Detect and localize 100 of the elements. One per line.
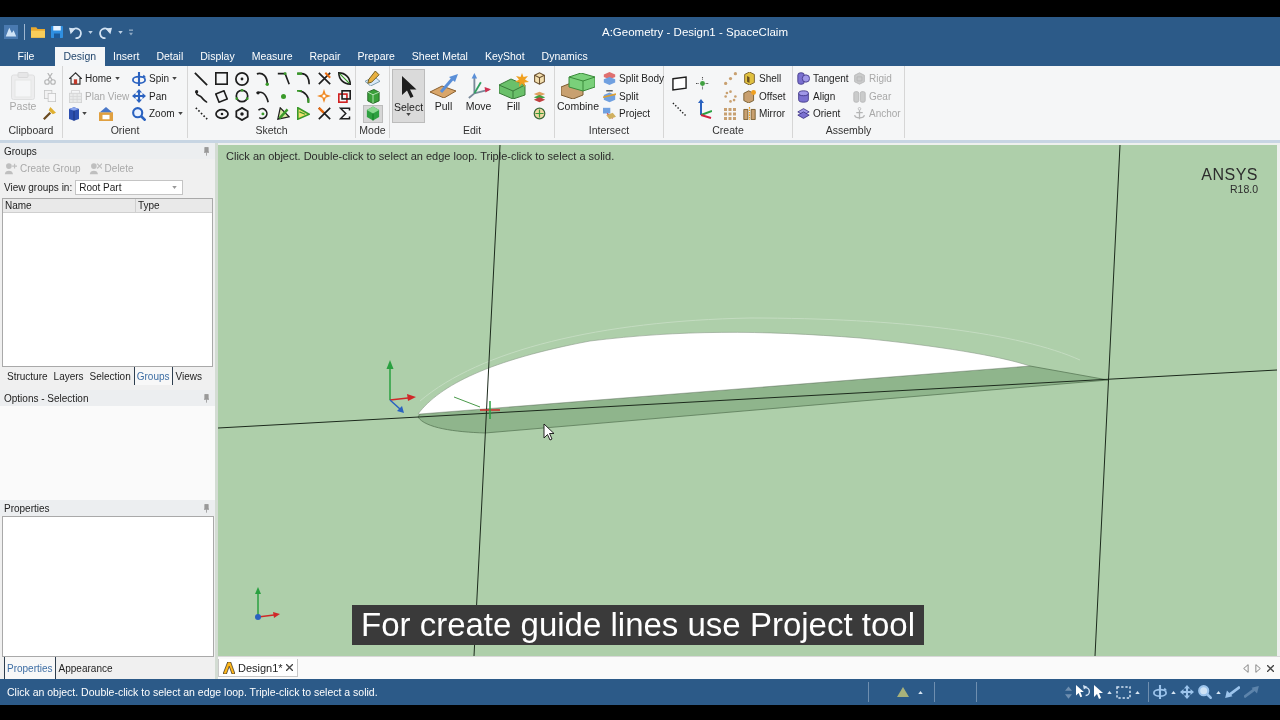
- squares-icon[interactable]: [338, 89, 352, 103]
- caret-icon[interactable]: [88, 30, 93, 34]
- panel-tab[interactable]: Structure: [4, 367, 51, 385]
- cross-icon[interactable]: [317, 107, 331, 121]
- ribbon-tab[interactable]: Design: [54, 47, 105, 66]
- ribbon-tab[interactable]: KeyShot: [476, 47, 534, 66]
- tool-button[interactable]: Fill: [497, 69, 530, 123]
- caret-icon[interactable]: [1216, 690, 1221, 694]
- caret-icon[interactable]: [82, 112, 87, 116]
- arc-icon[interactable]: [256, 71, 270, 86]
- magnifier-icon[interactable]: [1198, 685, 1212, 699]
- dotted-line-icon[interactable]: [672, 101, 687, 117]
- caret-icon[interactable]: [1171, 690, 1176, 694]
- building-icon[interactable]: [99, 106, 113, 121]
- construction-line[interactable]: [218, 369, 1277, 429]
- undo-icon[interactable]: [69, 25, 82, 39]
- tool-button[interactable]: Zoom: [132, 105, 183, 123]
- caret-icon[interactable]: [1107, 690, 1112, 694]
- ribbon-tab[interactable]: Sheet Metal: [403, 47, 477, 66]
- cursor-rotate-icon[interactable]: [1076, 685, 1090, 699]
- sphere-icon[interactable]: [533, 107, 546, 121]
- tool-button[interactable]: Select: [392, 69, 425, 123]
- tool-button[interactable]: Shell: [743, 70, 786, 88]
- tool-button[interactable]: Pull: [427, 69, 460, 123]
- axes-icon[interactable]: [696, 99, 712, 119]
- dots-icon[interactable]: [723, 89, 737, 103]
- ribbon-tab[interactable]: Measure: [243, 47, 302, 66]
- caret-icon[interactable]: [918, 690, 923, 694]
- dot-grid-icon[interactable]: [724, 107, 736, 120]
- tool-button[interactable]: Split Body: [603, 70, 665, 88]
- mode-button[interactable]: [362, 70, 383, 88]
- panel-tab[interactable]: Layers: [50, 367, 87, 385]
- folder-icon[interactable]: [31, 26, 45, 38]
- arc-icon[interactable]: [297, 72, 311, 86]
- tool-button[interactable]: Pan: [132, 87, 183, 105]
- ribbon-tab[interactable]: Insert: [104, 47, 148, 66]
- caret-icon[interactable]: [1135, 690, 1140, 694]
- pencil-icon[interactable]: [276, 107, 290, 121]
- redo-icon[interactable]: [99, 25, 112, 39]
- brush-icon[interactable]: [43, 107, 56, 121]
- ribbon-tab[interactable]: Detail: [147, 47, 192, 66]
- dashed-box-icon[interactable]: [1116, 685, 1131, 699]
- tool-button[interactable]: Combine: [557, 69, 599, 123]
- column-header[interactable]: Name: [3, 199, 136, 212]
- tool-button[interactable]: Split: [603, 87, 665, 105]
- dots-icon[interactable]: [723, 72, 737, 86]
- column-header[interactable]: Type: [136, 199, 160, 212]
- customize-icon[interactable]: [129, 28, 133, 36]
- layers-icon[interactable]: [533, 89, 546, 103]
- circle-icon[interactable]: [235, 89, 250, 104]
- leaf-icon[interactable]: [338, 72, 352, 86]
- dropdown[interactable]: Root Part: [75, 179, 184, 195]
- scroll-left-icon[interactable]: [1243, 663, 1249, 673]
- plane-icon[interactable]: [672, 75, 687, 91]
- tool-button[interactable]: Project: [603, 105, 665, 123]
- close-icon[interactable]: [1267, 664, 1274, 672]
- point-icon[interactable]: [280, 93, 286, 99]
- tool-button[interactable]: Mirror: [743, 105, 786, 123]
- polyline-icon[interactable]: [276, 72, 290, 86]
- tool-button[interactable]: Home: [69, 70, 132, 88]
- sigma-icon[interactable]: [338, 107, 351, 121]
- ellipse-icon[interactable]: [214, 107, 229, 120]
- arc-icon[interactable]: [256, 89, 270, 103]
- app-icon[interactable]: [4, 25, 18, 39]
- tool-button[interactable]: Orient: [797, 105, 853, 123]
- cursor-icon[interactable]: [1094, 685, 1103, 699]
- tool-button[interactable]: Move: [462, 69, 495, 123]
- panel-tab[interactable]: Properties: [4, 657, 56, 679]
- line-icon[interactable]: [194, 71, 209, 86]
- rotate-icon[interactable]: [1153, 685, 1167, 699]
- caret-icon[interactable]: [118, 30, 123, 34]
- point-icon[interactable]: [696, 76, 709, 90]
- tool-button[interactable]: Offset: [743, 87, 786, 105]
- tool-button[interactable]: Align: [797, 87, 853, 105]
- triangle-icon[interactable]: [897, 687, 909, 697]
- panel-tab[interactable]: Groups: [133, 367, 173, 385]
- ribbon-tab[interactable]: Repair: [301, 47, 349, 66]
- panel-tab[interactable]: Views: [172, 367, 206, 385]
- tool-button[interactable]: Spin: [132, 70, 183, 88]
- arc-icon[interactable]: [297, 89, 311, 103]
- curve-icon[interactable]: [194, 89, 208, 103]
- hexagon-icon[interactable]: [235, 106, 250, 121]
- cube-icon[interactable]: [69, 106, 79, 121]
- tool-button[interactable]: Tangent: [797, 70, 853, 88]
- arc-icon[interactable]: [256, 107, 270, 121]
- ribbon-tab[interactable]: File: [9, 47, 43, 66]
- circle-icon[interactable]: [235, 71, 250, 86]
- ribbon-tab[interactable]: Prepare: [348, 47, 404, 66]
- mode-button[interactable]: [362, 105, 383, 123]
- dashed-line-icon[interactable]: [194, 107, 208, 121]
- close-icon[interactable]: [285, 664, 293, 671]
- rectangle-icon[interactable]: [215, 72, 229, 86]
- document-tab[interactable]: Design1*: [218, 659, 298, 677]
- save-icon[interactable]: [51, 26, 63, 38]
- scroll-right-icon[interactable]: [1255, 663, 1261, 673]
- ribbon-tab[interactable]: Display: [191, 47, 244, 66]
- diagonal-arrow-icon[interactable]: [1225, 686, 1240, 698]
- panel-tab[interactable]: Appearance: [55, 657, 116, 679]
- cross-icon[interactable]: [317, 72, 331, 86]
- ribbon-tab[interactable]: Dynamics: [533, 47, 597, 66]
